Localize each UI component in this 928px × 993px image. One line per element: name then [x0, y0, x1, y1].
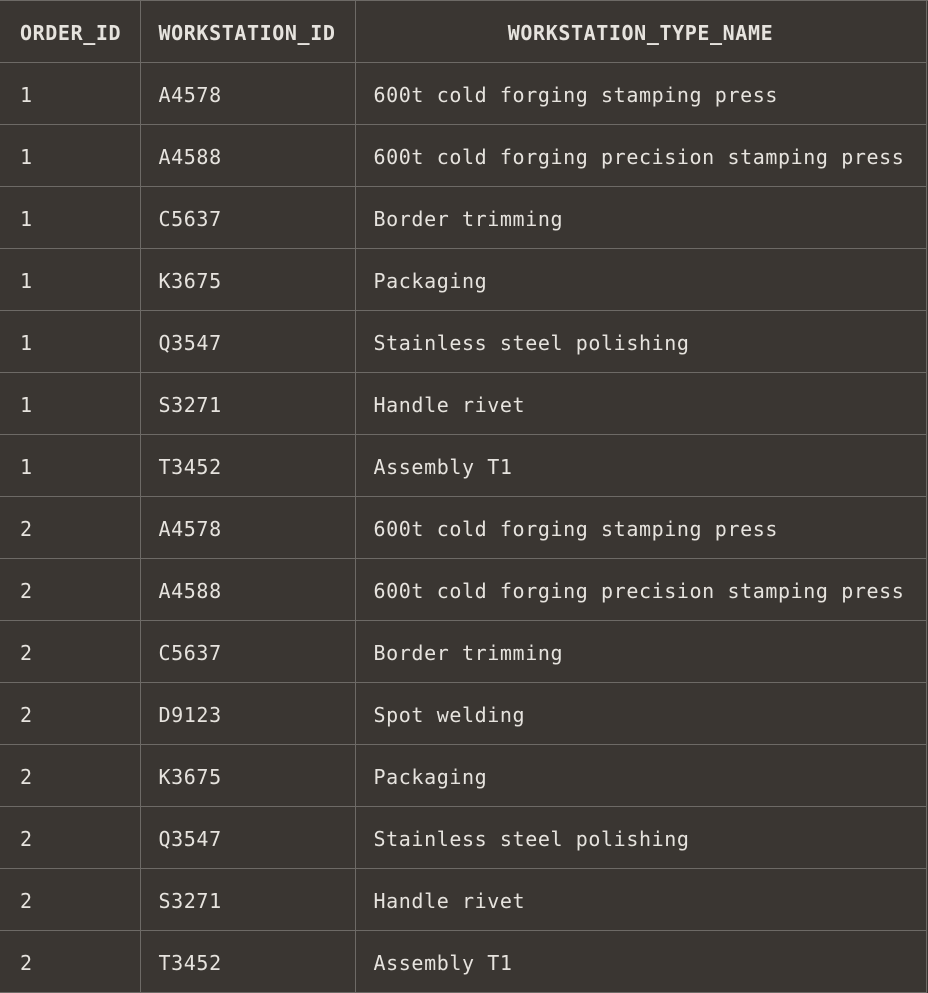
table-row[interactable]: 2 A4588 600t cold forging precision stampi… — [0, 558, 927, 621]
table-row[interactable]: 1 S3271 Handle rivet — [0, 372, 927, 435]
cell-order-id[interactable]: 1 — [0, 62, 141, 125]
cell-workstation-id[interactable]: T3452 — [140, 930, 356, 993]
table-row[interactable]: 2 C5637 Border trimming — [0, 620, 927, 683]
cell-workstation-id[interactable]: D9123 — [140, 682, 356, 745]
table-body: 1 A4578 600t cold forging stamping press 1 A… — [0, 62, 927, 993]
cell-workstation-type-name[interactable]: Assembly T1 — [355, 930, 927, 993]
table-row[interactable]: 1 A4578 600t cold forging stamping press — [0, 62, 927, 125]
cell-workstation-id[interactable]: A4578 — [140, 496, 356, 559]
cell-workstation-type-name[interactable]: Packaging — [355, 248, 927, 311]
table-row[interactable]: 1 Q3547 Stainless steel polishing — [0, 310, 927, 373]
cell-order-id[interactable]: 2 — [0, 806, 141, 869]
table-row[interactable]: 1 K3675 Packaging — [0, 248, 927, 311]
cell-workstation-type-name[interactable]: Packaging — [355, 744, 927, 807]
cell-workstation-id[interactable]: C5637 — [140, 186, 356, 249]
table-row[interactable]: 2 S3271 Handle rivet — [0, 868, 927, 931]
cell-order-id[interactable]: 1 — [0, 186, 141, 249]
cell-workstation-type-name[interactable]: 600t cold forging stamping press — [355, 496, 927, 559]
cell-workstation-id[interactable]: K3675 — [140, 248, 356, 311]
cell-workstation-id[interactable]: A4588 — [140, 124, 356, 187]
column-header-order-id[interactable]: ORDER_ID — [0, 1, 141, 63]
cell-order-id[interactable]: 1 — [0, 248, 141, 311]
cell-workstation-type-name[interactable]: 600t cold forging precision stamping pre… — [355, 124, 927, 187]
table-row[interactable]: 2 D9123 Spot welding — [0, 682, 927, 745]
cell-workstation-id[interactable]: A4588 — [140, 558, 356, 621]
cell-workstation-id[interactable]: Q3547 — [140, 310, 356, 373]
cell-workstation-type-name[interactable]: 600t cold forging precision stamping pre… — [355, 558, 927, 621]
cell-workstation-id[interactable]: Q3547 — [140, 806, 356, 869]
results-table: ORDER_ID WORKSTATION_ID WORKSTATION_TYPE… — [0, 1, 927, 993]
cell-order-id[interactable]: 1 — [0, 124, 141, 187]
cell-workstation-type-name[interactable]: Handle rivet — [355, 868, 927, 931]
results-grid: ORDER_ID WORKSTATION_ID WORKSTATION_TYPE… — [0, 0, 928, 993]
table-row[interactable]: 1 T3452 Assembly T1 — [0, 434, 927, 497]
cell-order-id[interactable]: 1 — [0, 372, 141, 435]
cell-workstation-id[interactable]: S3271 — [140, 372, 356, 435]
table-row[interactable]: 2 K3675 Packaging — [0, 744, 927, 807]
table-row[interactable]: 2 A4578 600t cold forging stamping press — [0, 496, 927, 559]
cell-workstation-id[interactable]: C5637 — [140, 620, 356, 683]
cell-order-id[interactable]: 2 — [0, 496, 141, 559]
cell-workstation-type-name[interactable]: Spot welding — [355, 682, 927, 745]
cell-workstation-type-name[interactable]: Border trimming — [355, 186, 927, 249]
column-header-workstation-type-name[interactable]: WORKSTATION_TYPE_NAME — [355, 1, 927, 63]
cell-workstation-type-name[interactable]: Border trimming — [355, 620, 927, 683]
cell-order-id[interactable]: 2 — [0, 558, 141, 621]
table-row[interactable]: 1 A4588 600t cold forging precision stampi… — [0, 124, 927, 187]
cell-workstation-id[interactable]: A4578 — [140, 62, 356, 125]
cell-order-id[interactable]: 2 — [0, 868, 141, 931]
cell-order-id[interactable]: 1 — [0, 310, 141, 373]
cell-workstation-id[interactable]: T3452 — [140, 434, 356, 497]
column-header-workstation-id[interactable]: WORKSTATION_ID — [140, 1, 356, 63]
table-row[interactable]: 2 T3452 Assembly T1 — [0, 930, 927, 993]
table-row[interactable]: 2 Q3547 Stainless steel polishing — [0, 806, 927, 869]
header-row: ORDER_ID WORKSTATION_ID WORKSTATION_TYPE… — [0, 1, 927, 63]
table-row[interactable]: 1 C5637 Border trimming — [0, 186, 927, 249]
cell-order-id[interactable]: 2 — [0, 620, 141, 683]
cell-workstation-id[interactable]: S3271 — [140, 868, 356, 931]
cell-workstation-type-name[interactable]: Stainless steel polishing — [355, 310, 927, 373]
cell-workstation-type-name[interactable]: 600t cold forging stamping press — [355, 62, 927, 125]
cell-order-id[interactable]: 2 — [0, 744, 141, 807]
cell-workstation-type-name[interactable]: Stainless steel polishing — [355, 806, 927, 869]
cell-order-id[interactable]: 2 — [0, 682, 141, 745]
cell-workstation-id[interactable]: K3675 — [140, 744, 356, 807]
cell-workstation-type-name[interactable]: Handle rivet — [355, 372, 927, 435]
cell-order-id[interactable]: 1 — [0, 434, 141, 497]
table-header: ORDER_ID WORKSTATION_ID WORKSTATION_TYPE… — [0, 1, 927, 63]
cell-workstation-type-name[interactable]: Assembly T1 — [355, 434, 927, 497]
cell-order-id[interactable]: 2 — [0, 930, 141, 993]
